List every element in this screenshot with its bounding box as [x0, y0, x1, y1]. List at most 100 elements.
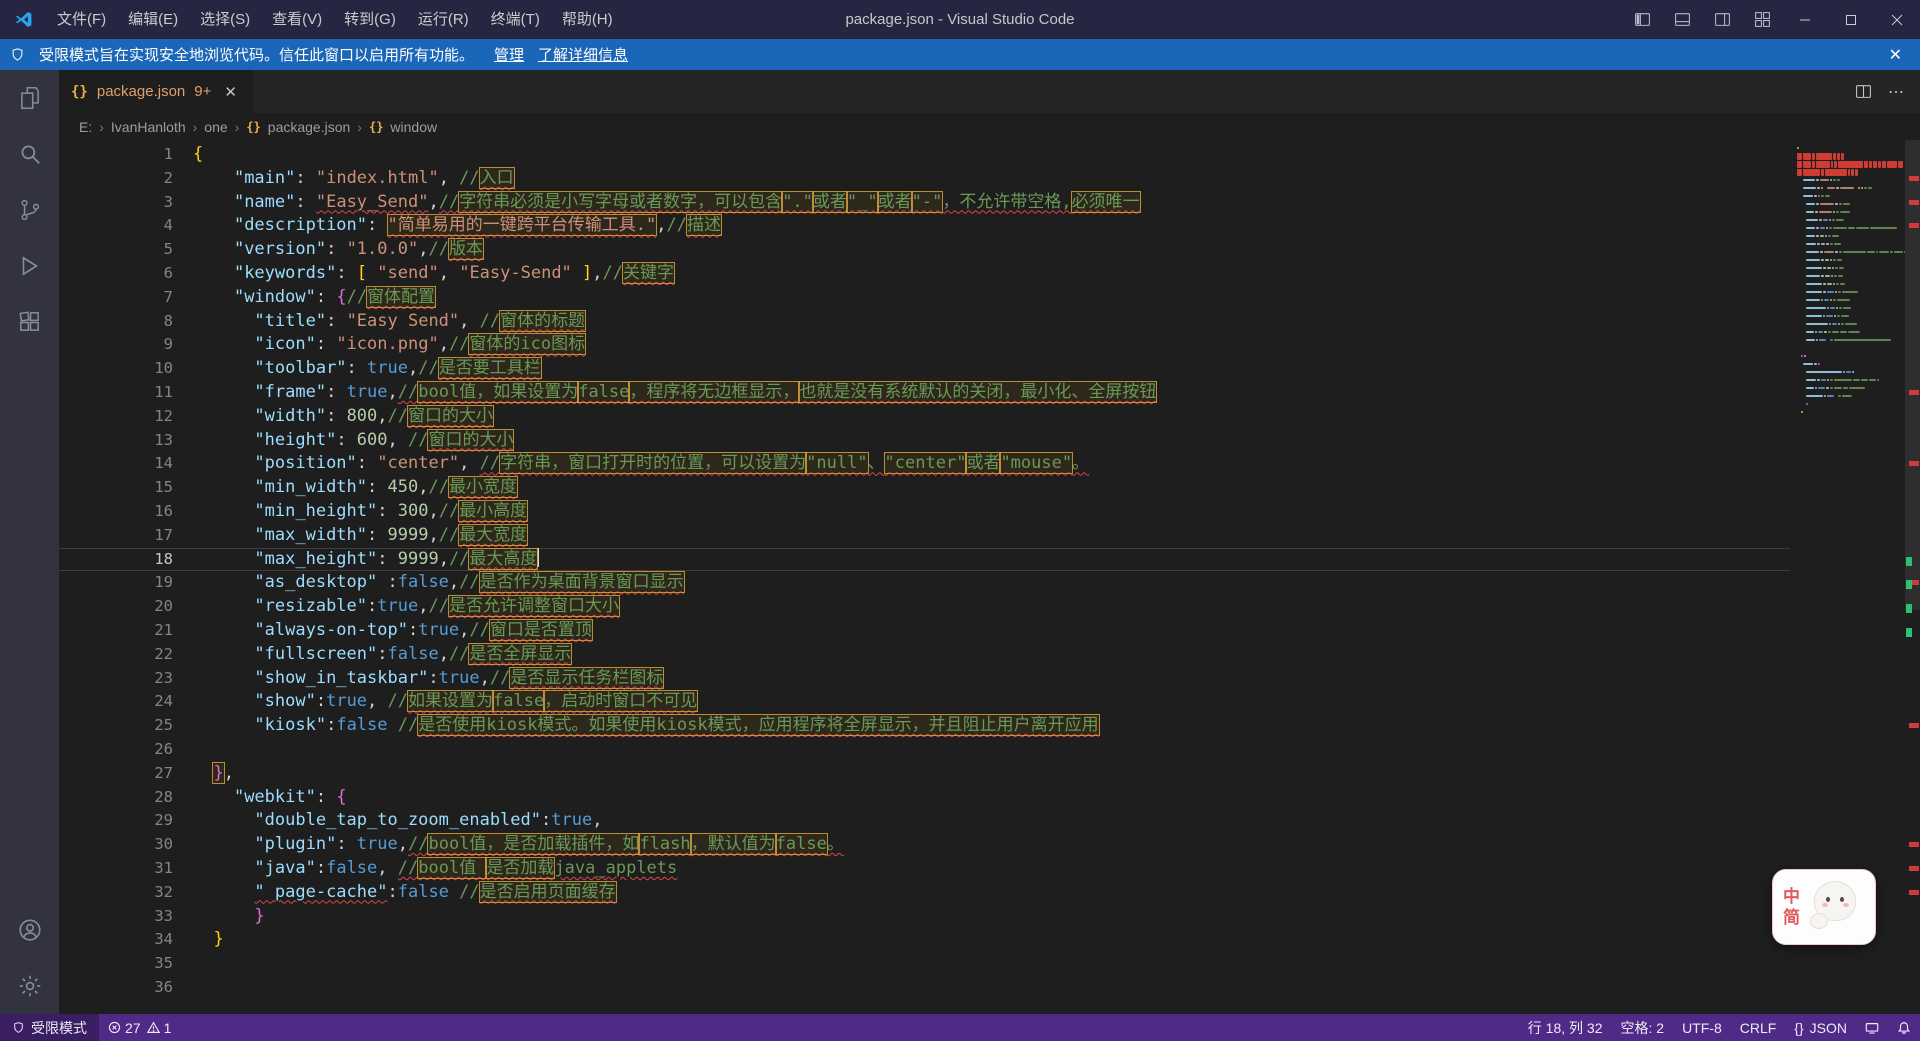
restricted-mode-status[interactable]: 受限模式	[0, 1014, 99, 1041]
editor-actions: ⋯	[1855, 70, 1920, 113]
toggle-sidebar-icon[interactable]	[1622, 0, 1662, 39]
banner-close-icon[interactable]: ✕	[1881, 45, 1910, 65]
code-line[interactable]: 28 "webkit": {	[59, 786, 1790, 810]
minimap-line	[1793, 424, 1905, 432]
minimap-line	[1793, 152, 1905, 160]
code-line[interactable]: 4 "description": "简单易用的一键跨平台传输工具.",//描述	[59, 214, 1790, 238]
code-line[interactable]: 33 }	[59, 905, 1790, 929]
notifications-bell-icon[interactable]	[1888, 1014, 1920, 1041]
breadcrumb-file[interactable]: package.json	[268, 119, 351, 135]
code-line[interactable]: 3 "name": "Easy_Send",//字符串必须是小写字母或者数字，可…	[59, 190, 1790, 215]
code-line[interactable]: 31 "java":false, //bool值 是否加载java_applet…	[59, 856, 1790, 881]
breadcrumb-drive[interactable]: E:	[79, 119, 92, 135]
code-line[interactable]: 17 "max_width": 9999,//最大宽度	[59, 523, 1790, 548]
minimize-button[interactable]	[1782, 0, 1828, 39]
learn-more-link[interactable]: 了解详细信息	[538, 44, 628, 65]
warning-icon	[146, 1021, 160, 1034]
menu-terminal[interactable]: 终端(T)	[480, 0, 551, 39]
line-number: 23	[154, 668, 173, 687]
eol-status[interactable]: CRLF	[1731, 1014, 1786, 1041]
menu-view[interactable]: 查看(V)	[261, 0, 333, 39]
problems-status[interactable]: 27 1	[99, 1014, 180, 1041]
scrollbar-thumb[interactable]	[1905, 140, 1920, 610]
settings-gear-icon[interactable]	[0, 958, 59, 1014]
code-line[interactable]: 6 "keywords": [ "send", "Easy-Send" ],//…	[59, 261, 1790, 286]
close-button[interactable]	[1874, 0, 1920, 39]
menu-go[interactable]: 转到(G)	[333, 0, 407, 39]
source-control-icon[interactable]	[0, 182, 59, 238]
code-line[interactable]: 35	[59, 952, 1790, 976]
code-line[interactable]: 20 "resizable":true,//是否允许调整窗口大小	[59, 595, 1790, 619]
ime-widget[interactable]: 中 简	[1772, 869, 1876, 945]
manage-link[interactable]: 管理	[494, 44, 524, 65]
code-line[interactable]: 32 " page-cache":false //是否启用页面缓存	[59, 880, 1790, 905]
tab-close-icon[interactable]: ✕	[220, 81, 241, 103]
menu-edit[interactable]: 编辑(E)	[117, 0, 189, 39]
code-line[interactable]: 8 "title": "Easy Send", //窗体的标题	[59, 309, 1790, 334]
minimap-line	[1793, 408, 1905, 416]
language-mode-status[interactable]: {} JSON	[1785, 1014, 1856, 1041]
code-line[interactable]: 34 }	[59, 928, 1790, 952]
code-editor[interactable]: 1{2 "main": "index.html", //入口 3 "name": …	[59, 140, 1920, 1014]
tab-package-json[interactable]: {} package.json 9+ ✕	[59, 70, 253, 113]
error-mark	[1909, 889, 1919, 895]
line-number: 11	[154, 382, 173, 401]
breadcrumb-symbol[interactable]: window	[390, 119, 437, 135]
code-line[interactable]: 7 "window": {//窗体配置	[59, 285, 1790, 310]
minimap-line	[1793, 208, 1905, 216]
menu-file[interactable]: 文件(F)	[46, 0, 117, 39]
customize-layout-icon[interactable]	[1742, 0, 1782, 39]
cursor-position-status[interactable]: 行 18, 列 32	[1519, 1014, 1612, 1041]
toggle-secondary-sidebar-icon[interactable]	[1702, 0, 1742, 39]
code-line[interactable]: 1{	[59, 143, 1790, 167]
breadcrumb-folder-2[interactable]: one	[204, 119, 227, 135]
toggle-panel-icon[interactable]	[1662, 0, 1702, 39]
search-icon[interactable]	[0, 126, 59, 182]
code-line[interactable]: 29 "double_tap_to_zoom_enabled":true,	[59, 809, 1790, 833]
code-line[interactable]: 11 "frame": true,//bool值，如果设置为false，程序将无…	[59, 380, 1790, 405]
minimap-line	[1793, 192, 1905, 200]
account-icon[interactable]	[0, 902, 59, 958]
menu-run[interactable]: 运行(R)	[407, 0, 480, 39]
code-line[interactable]: 9 "icon": "icon.png",//窗体的ico图标	[59, 333, 1790, 357]
code-line[interactable]: 15 "min_width": 450,//最小宽度	[59, 476, 1790, 500]
breadcrumb-folder-1[interactable]: IvanHanloth	[111, 119, 186, 135]
screen-reader-icon[interactable]	[1856, 1014, 1888, 1041]
overview-ruler[interactable]	[1905, 140, 1920, 1014]
code-line[interactable]: 12 "width": 800,//窗口的大小	[59, 404, 1790, 429]
code-line[interactable]: 23 "show_in_taskbar":true,//是否显示任务栏图标	[59, 666, 1790, 691]
code-line[interactable]: 21 "always-on-top":true,//窗口是否置顶	[59, 618, 1790, 643]
code-line[interactable]: 18 "max_height": 9999,//最大高度	[59, 547, 1790, 572]
encoding-status[interactable]: UTF-8	[1673, 1014, 1731, 1041]
code-line[interactable]: 14 "position": "center", //字符串，窗口打开时的位置，…	[59, 452, 1790, 476]
code-line[interactable]: 25 "kiosk":false //是否使用kiosk模式。如果使用kiosk…	[59, 714, 1790, 738]
split-editor-icon[interactable]	[1855, 83, 1872, 100]
minimap[interactable]	[1793, 144, 1905, 432]
run-debug-icon[interactable]	[0, 238, 59, 294]
minimap-line	[1793, 328, 1905, 336]
maximize-button[interactable]	[1828, 0, 1874, 39]
code-line[interactable]: 22 "fullscreen":false,//是否全屏显示	[59, 642, 1790, 667]
line-number: 19	[154, 573, 173, 592]
code-line[interactable]: 19 "as_desktop" :false,//是否作为桌面背景窗口显示	[59, 571, 1790, 595]
more-actions-icon[interactable]: ⋯	[1888, 82, 1904, 102]
code-line[interactable]: 5 "version": "1.0.0",//版本	[59, 238, 1790, 262]
code-line[interactable]: 13 "height": 600, //窗口的大小	[59, 428, 1790, 453]
extensions-icon[interactable]	[0, 294, 59, 350]
code-line[interactable]: 16 "min_height": 300,//最小高度	[59, 499, 1790, 524]
error-mark	[1909, 175, 1919, 181]
indentation-status[interactable]: 空格: 2	[1611, 1014, 1673, 1041]
line-number: 2	[163, 168, 173, 187]
explorer-icon[interactable]	[0, 70, 59, 126]
error-mark	[1909, 842, 1919, 848]
code-line[interactable]: 36	[59, 976, 1790, 1000]
code-line[interactable]: 30 "plugin": true,//bool值，是否加载插件，如flash，…	[59, 833, 1790, 857]
code-line[interactable]: 26	[59, 738, 1790, 762]
code-line[interactable]: 2 "main": "index.html", //入口	[59, 166, 1790, 191]
code-line[interactable]: 24 "show":true, //如果设置为false，启动时窗口不可见	[59, 690, 1790, 714]
menu-selection[interactable]: 选择(S)	[189, 0, 261, 39]
code-line[interactable]: 27 },	[59, 761, 1790, 786]
menu-help[interactable]: 帮助(H)	[551, 0, 624, 39]
minimap-line	[1793, 400, 1905, 408]
code-line[interactable]: 10 "toolbar": true,//是否要工具栏	[59, 357, 1790, 381]
